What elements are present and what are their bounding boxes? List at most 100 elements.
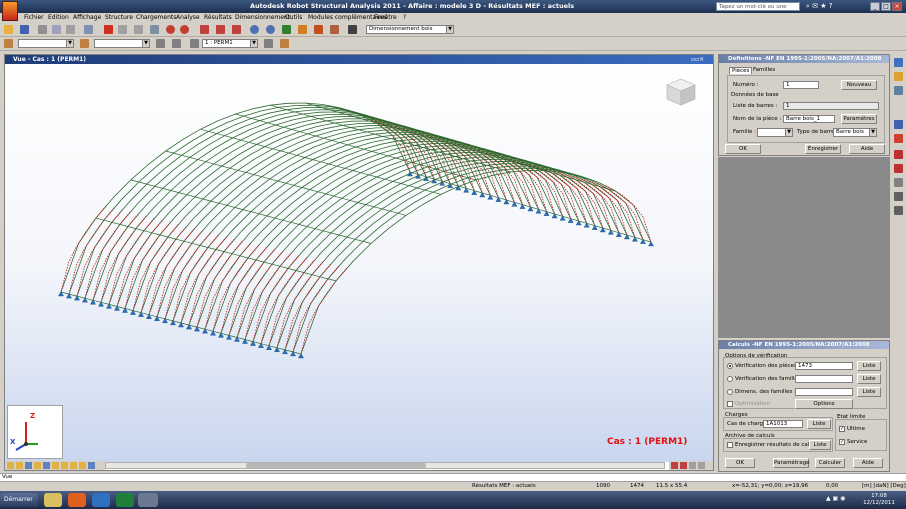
selection-icon[interactable] [172,39,181,48]
dimens-familles-radio[interactable] [727,389,733,395]
command-line[interactable]: Vue [0,473,906,481]
tray-icons[interactable]: ▲ ▣ ◉ [826,495,852,505]
print-icon[interactable] [38,25,47,34]
cases-combo[interactable]: ▼ [94,39,150,48]
results-icon[interactable] [894,86,903,95]
properties-icon[interactable] [150,25,159,34]
robot-taskbar-icon[interactable] [138,493,158,507]
dimens-familles-field[interactable] [795,388,853,396]
famille-select[interactable]: ▼ [757,128,793,137]
table-view-icon[interactable] [348,25,357,34]
report-icon[interactable] [894,178,903,187]
case-icon[interactable] [190,39,199,48]
help-tools[interactable]: ⌕ ✉ ★ ? [806,2,854,11]
numero-field[interactable]: 1 [783,81,819,89]
tables-icon[interactable] [200,25,209,34]
liste-archive-button[interactable]: Liste [809,440,831,450]
next-case-icon[interactable] [264,39,273,48]
service-checkbox[interactable]: ✓ [839,439,845,445]
nom-piece-field[interactable]: Barre bois_1 [783,115,835,123]
liste-cas-button[interactable]: Liste [807,419,831,429]
settings-icon[interactable] [314,25,323,34]
screen-capture-icon[interactable] [66,25,75,34]
start-button[interactable]: Démarrer [0,493,38,507]
excel-icon[interactable] [116,493,134,507]
steel-icon[interactable] [894,150,903,159]
view-nav-buttons[interactable] [669,461,713,470]
verif-familles-field[interactable] [795,375,853,383]
calculer-button[interactable]: Calculer [815,458,845,468]
options-button[interactable]: Options [795,399,853,409]
parametres-button[interactable]: Paramètres [841,114,877,124]
tools-icon[interactable] [330,25,339,34]
menu-item[interactable]: Chargements [136,14,176,21]
menu-item[interactable]: Outils [285,14,302,21]
scroll-thumb[interactable] [246,463,426,468]
3d-canvas[interactable] [5,64,713,462]
menu-item[interactable]: Résultats [204,14,232,21]
menu-item[interactable]: Analyse [176,14,200,21]
prev-case-icon[interactable] [280,39,289,48]
menu-item[interactable]: Structure [105,14,133,21]
parametrage-button[interactable]: Paramétrage [773,458,809,468]
structure-icon[interactable] [894,58,903,67]
maximize-icon[interactable]: □ [881,2,891,11]
menu-item[interactable]: Fenêtre [374,14,397,21]
app-icon[interactable] [2,1,18,21]
menu-item[interactable]: Fichier [24,14,44,21]
ie-icon[interactable] [92,493,110,507]
select-icon[interactable] [4,39,13,48]
calculate-icon[interactable] [298,25,307,34]
export-icon[interactable] [894,206,903,215]
cas-charge-field[interactable]: 1A1013 [763,420,803,428]
display-icon[interactable] [232,25,241,34]
tab-pieces[interactable]: Pièces [729,67,753,74]
liste-barres-field[interactable]: 1 [783,102,879,110]
optimisation-checkbox[interactable] [727,401,733,407]
minimize-icon[interactable]: _ [870,2,880,11]
delete-icon[interactable] [104,25,113,34]
search-input[interactable]: Tapez un mot-clé ou une expression [716,2,800,18]
redo-icon[interactable] [180,25,189,34]
filter-icon[interactable] [156,39,165,48]
copy-icon[interactable] [84,25,93,34]
enregistrer-button[interactable]: Enregistrer [805,144,841,154]
verif-pieces-field[interactable]: 1473 [795,362,853,370]
liste-dimens-button[interactable]: Liste [857,387,881,397]
nouveau-button[interactable]: Nouveau [841,80,877,90]
loads-icon[interactable] [894,72,903,81]
menu-item[interactable]: ? [403,14,406,21]
enregistrer-res-checkbox[interactable] [727,442,733,448]
layout-icon[interactable] [216,25,225,34]
liste-familles-button[interactable]: Liste [857,374,881,384]
pan-icon[interactable] [282,25,291,34]
verif-pieces-radio[interactable] [727,363,733,369]
view-window[interactable]: Vue - Cas : 1 (PERM1) ▫▫× Z X Cas : 1 (P… [4,54,714,471]
ok-button[interactable]: OK [725,144,761,154]
timber-icon[interactable] [894,164,903,173]
tab-familles[interactable]: Familles [751,67,777,73]
print-side-icon[interactable] [894,192,903,201]
ultime-checkbox[interactable]: ✓ [839,426,845,432]
paste-icon[interactable] [134,25,143,34]
module-select[interactable]: Dimensionnement bois ▼ [366,25,454,34]
design-icon[interactable] [894,134,903,143]
load-case-select[interactable]: 1 : PERM1 ▼ [202,39,258,48]
firefox-icon[interactable] [68,493,86,507]
type-barre-select[interactable]: Barre bois ▼ [833,128,877,137]
cut-icon[interactable] [118,25,127,34]
undo-icon[interactable] [166,25,175,34]
save-icon[interactable] [20,25,29,34]
horizontal-scrollbar[interactable] [105,462,665,469]
selection-combo[interactable]: ▼ [18,39,74,48]
view-window-controls[interactable]: ▫▫× [691,56,711,63]
menu-item[interactable]: Dimensionnement [235,14,290,21]
zoom-icon[interactable] [250,25,259,34]
explorer-icon[interactable] [44,493,62,507]
tables-side-icon[interactable] [894,120,903,129]
view-toolbar[interactable] [5,461,105,470]
calc-ok-button[interactable]: OK [725,458,755,468]
select-cases-icon[interactable] [80,39,89,48]
menu-item[interactable]: Edition [48,14,69,21]
aide-button[interactable]: Aide [849,144,885,154]
